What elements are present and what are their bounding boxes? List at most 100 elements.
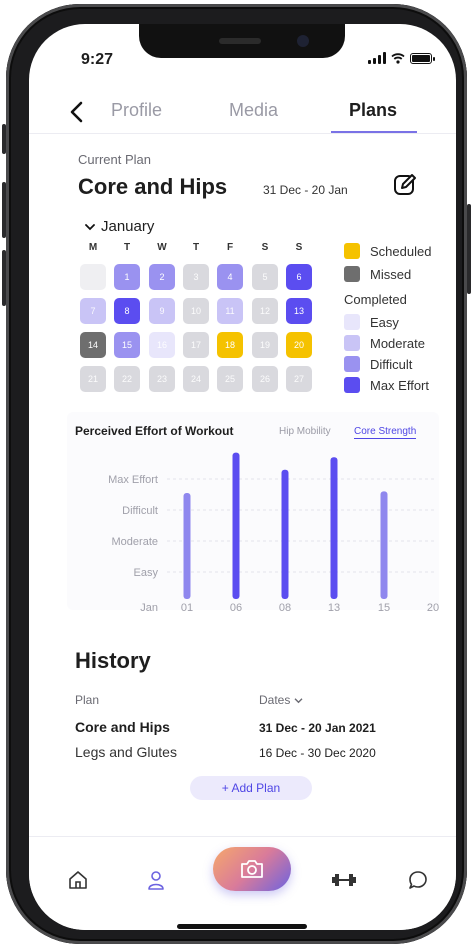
dumbbell-icon[interactable] [331, 869, 357, 891]
calendar-day[interactable]: 1 [114, 264, 140, 290]
legend-label: Easy [370, 314, 399, 330]
calendar-day[interactable]: 17 [183, 332, 209, 358]
power-button [467, 204, 471, 294]
history-col-dates-label: Dates [259, 693, 291, 707]
chart-tab-hip-mobility[interactable]: Hip Mobility [279, 426, 331, 437]
history-col-dates[interactable]: Dates [259, 693, 303, 707]
calendar-day[interactable]: 5 [252, 264, 278, 290]
camera-button[interactable] [213, 847, 291, 891]
calendar-day[interactable]: 14 [80, 332, 106, 358]
calendar-day[interactable]: 24 [183, 366, 209, 392]
current-plan-dates: 31 Dec - 20 Jan [263, 183, 348, 197]
chart-bar [330, 457, 338, 599]
home-indicator [177, 924, 307, 929]
calendar-day[interactable]: 10 [183, 298, 209, 324]
tab-profile[interactable]: Profile [111, 100, 162, 121]
chart-bar [183, 492, 191, 599]
calendar-day[interactable]: 19 [252, 332, 278, 358]
chat-icon[interactable] [407, 869, 429, 891]
history-row-dates: 31 Dec - 20 Jan 2021 [259, 721, 376, 735]
legend-swatch [344, 377, 360, 393]
y-tick-label: Max Effort [108, 474, 158, 486]
weekday-label: T [192, 242, 200, 253]
tab-plans[interactable]: Plans [349, 100, 397, 121]
calendar-day[interactable]: 16 [149, 332, 175, 358]
profile-icon[interactable] [145, 869, 167, 891]
legend-swatch [344, 314, 360, 330]
calendar-day[interactable]: 26 [252, 366, 278, 392]
back-arrow-icon[interactable] [67, 100, 87, 124]
weekday-label: F [226, 242, 234, 253]
history-col-plan: Plan [75, 693, 100, 707]
x-axis-label: Jan [140, 602, 158, 614]
calendar-day[interactable]: 7 [80, 298, 106, 324]
legend-scheduled: Scheduled [344, 243, 431, 259]
chart-bar [281, 469, 289, 599]
phone-frame: 9:27 Profile Media Plans Current Plan Co… [2, 4, 471, 944]
volume-up-button [2, 182, 6, 238]
history-row-plan[interactable]: Core and Hips [75, 719, 170, 735]
calendar-day[interactable]: 21 [80, 366, 106, 392]
calendar-day[interactable]: 8 [114, 298, 140, 324]
effort-bar-chart: Easy Moderate Difficult Max Effort Jan 01 06 08… [108, 452, 439, 614]
calendar-day [80, 264, 106, 290]
calendar-day[interactable]: 20 [286, 332, 312, 358]
active-tab-indicator [331, 131, 417, 133]
legend-swatch [344, 335, 360, 351]
calendar-day[interactable]: 13 [286, 298, 312, 324]
legend-label: Moderate [370, 335, 425, 351]
history-row-dates: 16 Dec - 30 Dec 2020 [259, 746, 376, 760]
chart-tab-core-strength[interactable]: Core Strength [354, 426, 417, 439]
effort-chart-title: Perceived Effort of Workout [75, 424, 234, 438]
add-plan-button[interactable]: + Add Plan [190, 776, 312, 800]
calendar-day[interactable]: 23 [149, 366, 175, 392]
legend-label: Max Effort [370, 377, 430, 393]
history-row-plan[interactable]: Legs and Glutes [75, 744, 177, 760]
calendar-day[interactable]: 6 [286, 264, 312, 290]
calendar-day[interactable]: 4 [217, 264, 243, 290]
speaker [219, 38, 261, 44]
x-tick-label: 15 [378, 602, 390, 614]
front-camera [297, 35, 309, 47]
x-tick-label: 20 [427, 602, 439, 614]
calendar-day[interactable]: 22 [114, 366, 140, 392]
wifi-icon [391, 53, 405, 64]
month-selector[interactable]: January [85, 218, 154, 235]
weekday-label: S [261, 242, 269, 253]
current-plan-label: Current Plan [78, 152, 151, 167]
calendar-day[interactable]: 15 [114, 332, 140, 358]
status-icons [368, 52, 435, 64]
battery-icon [410, 53, 435, 64]
y-tick-label: Moderate [112, 536, 158, 548]
calendar-day[interactable]: 11 [217, 298, 243, 324]
home-icon[interactable] [67, 869, 89, 891]
legend-difficult: Difficult [344, 356, 412, 372]
legend-swatch [344, 356, 360, 372]
month-label: January [101, 218, 155, 235]
calendar-day[interactable]: 3 [183, 264, 209, 290]
calendar-day[interactable]: 2 [149, 264, 175, 290]
edit-plan-icon[interactable] [392, 172, 418, 198]
signal-icon [368, 52, 386, 64]
profile-tabs: Profile Media Plans [29, 94, 456, 134]
legend-swatch [344, 243, 360, 259]
volume-down-button [2, 250, 6, 306]
current-plan-name: Core and Hips [78, 174, 228, 199]
bottom-tab-bar [29, 836, 456, 930]
screen: 9:27 Profile Media Plans Current Plan Co… [29, 24, 456, 930]
calendar-day[interactable]: 18 [217, 332, 243, 358]
calendar-day[interactable]: 27 [286, 366, 312, 392]
calendar-day[interactable]: 25 [217, 366, 243, 392]
silent-switch [2, 124, 6, 154]
calendar-day[interactable]: 9 [149, 298, 175, 324]
x-tick-label: 06 [230, 602, 242, 614]
legend-max-effort: Max Effort [344, 377, 429, 393]
weekday-label: W [157, 242, 167, 253]
calendar-day[interactable]: 12 [252, 298, 278, 324]
y-tick-label: Difficult [122, 505, 158, 517]
chevron-down-icon [294, 697, 303, 703]
tab-media[interactable]: Media [229, 100, 278, 121]
legend-label: Scheduled [370, 243, 432, 259]
x-tick-label: 08 [279, 602, 291, 614]
notch [139, 24, 345, 58]
